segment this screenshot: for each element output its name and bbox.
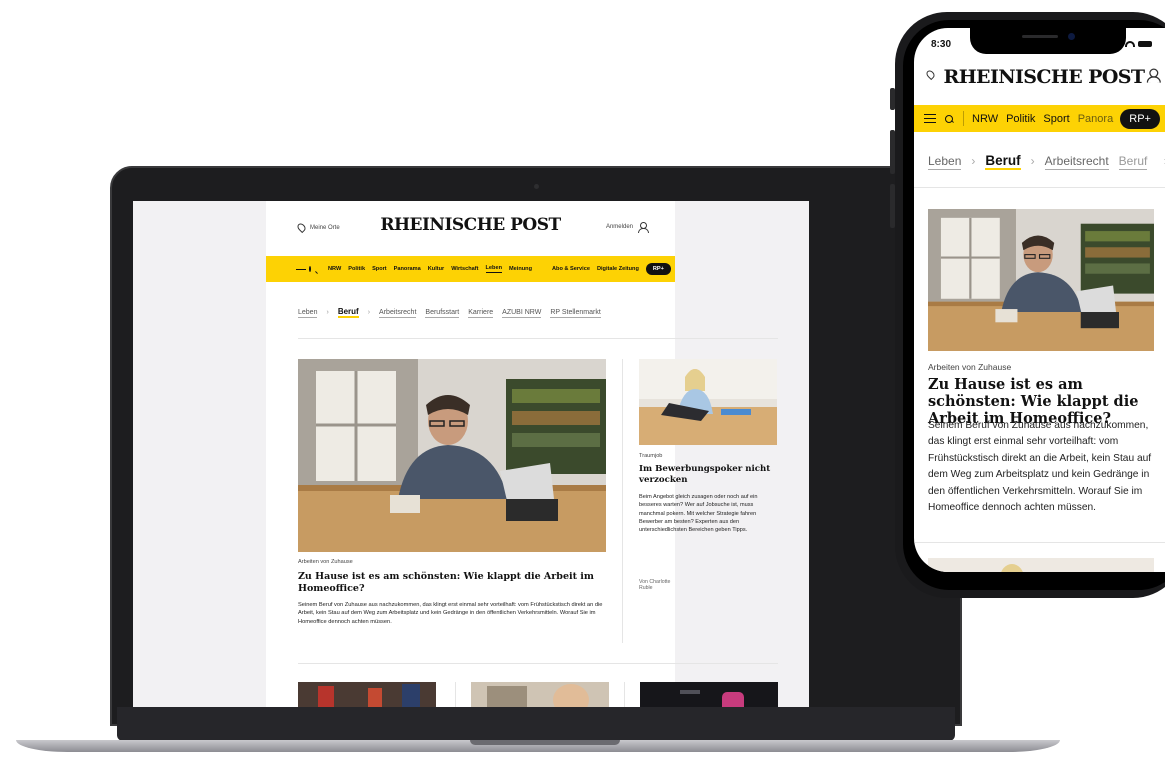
lead-article-kicker: Arbeiten von Zuhause xyxy=(298,559,353,565)
chevron-right-icon: › xyxy=(1030,154,1035,168)
device-mockup-scene: Meine Orte RHEINISCHE POST Anmelden NRW … xyxy=(0,0,1165,762)
lead-article-kicker: Arbeiten von Zuhause xyxy=(928,362,1012,372)
nav-item-kultur[interactable]: Kultur xyxy=(428,266,444,272)
lead-article-image[interactable] xyxy=(298,359,606,552)
laptop-camera xyxy=(534,184,539,189)
chevron-right-icon: › xyxy=(367,309,371,316)
nav-item-abo-service[interactable]: Abo & Service xyxy=(552,266,590,272)
nav-item-digitale-zeitung[interactable]: Digitale Zeitung xyxy=(597,266,639,272)
nav-item-panorama[interactable]: Panora xyxy=(1078,113,1113,125)
column-divider xyxy=(624,682,625,707)
teaser-thumbnail[interactable] xyxy=(928,558,1154,572)
teaser-thumbnail[interactable] xyxy=(471,682,609,707)
nav-item-panorama[interactable]: Panorama xyxy=(394,266,421,272)
subsection-azubi-nrw[interactable]: AZUBI NRW xyxy=(502,309,542,318)
main-navigation: NRW Politik Sport Panora RP+ xyxy=(914,105,1165,132)
mobile-website: 8:30 RHEINISCHE POST NRW Politik Sport P… xyxy=(914,28,1165,572)
divider xyxy=(298,338,778,339)
lead-article-image[interactable] xyxy=(928,209,1154,351)
subsection-rp-stellenmarkt[interactable]: RP Stellenmarkt xyxy=(550,309,601,318)
teaser-thumbnail[interactable] xyxy=(640,682,778,707)
nav-item-wirtschaft[interactable]: Wirtschaft xyxy=(451,266,478,272)
login-link[interactable]: Anmelden xyxy=(605,222,649,233)
site-header: Meine Orte RHEINISCHE POST Anmelden xyxy=(266,201,675,255)
second-article-image[interactable] xyxy=(639,359,777,445)
nav-item-meinung[interactable]: Meinung xyxy=(509,266,532,272)
laptop-bezel-bottom xyxy=(117,707,955,741)
nav-divider xyxy=(963,111,964,126)
battery-icon xyxy=(1138,40,1152,47)
second-article-kicker: Traumjob xyxy=(639,453,663,459)
site-logo[interactable]: RHEINISCHE POST xyxy=(914,66,1165,88)
desktop-website: Meine Orte RHEINISCHE POST Anmelden NRW … xyxy=(266,201,778,707)
nav-item-nrw[interactable]: NRW xyxy=(972,113,998,125)
nav-item-sport[interactable]: Sport xyxy=(1043,113,1069,125)
wifi-icon xyxy=(1125,40,1135,47)
subsection-berufsstart[interactable]: Beruf xyxy=(1118,154,1148,170)
laptop-screen: Meine Orte RHEINISCHE POST Anmelden NRW … xyxy=(133,201,809,707)
rp-plus-button[interactable]: RP+ xyxy=(645,263,671,275)
breadcrumb-current[interactable]: Beruf xyxy=(985,153,1021,170)
hamburger-menu-icon[interactable] xyxy=(924,114,936,123)
chevron-right-icon: › xyxy=(326,309,329,316)
nav-item-politik[interactable]: Politik xyxy=(348,266,365,272)
nav-item-sport[interactable]: Sport xyxy=(372,266,387,272)
status-time: 8:30 xyxy=(931,39,952,50)
nav-item-leben[interactable]: Leben xyxy=(485,265,502,273)
chevron-right-icon: › xyxy=(971,154,976,168)
search-icon[interactable] xyxy=(945,114,953,123)
rp-plus-button[interactable]: RP+ xyxy=(1120,108,1160,129)
second-article-headline[interactable]: Im Bewerbungspoker nicht verzocken xyxy=(639,464,777,485)
breadcrumb-parent[interactable]: Leben xyxy=(928,154,962,170)
divider xyxy=(298,663,778,664)
divider xyxy=(914,187,1165,188)
section-breadcrumb: Leben › Beruf › Arbeitsrecht Berufsstart… xyxy=(298,307,601,318)
phone-speaker xyxy=(1022,35,1058,38)
nav-item-politik[interactable]: Politik xyxy=(1006,113,1035,125)
main-navigation: NRW Politik Sport Panorama Kultur Wirtsc… xyxy=(266,256,675,282)
lead-article-teaser: Seinem Beruf von Zuhause aus nachzukomme… xyxy=(298,602,603,625)
column-divider xyxy=(622,359,623,643)
login-label: Anmelden xyxy=(605,224,633,230)
user-icon[interactable] xyxy=(1146,68,1161,83)
breadcrumb-parent[interactable]: Leben xyxy=(298,309,318,318)
phone-notch xyxy=(970,28,1126,54)
second-article-teaser: Beim Angebot gleich zusagen oder noch au… xyxy=(639,494,758,534)
second-article-author: Von Charlotte Ruble xyxy=(639,579,671,591)
subsection-karriere[interactable]: Karriere xyxy=(468,309,494,318)
nav-item-nrw[interactable]: NRW xyxy=(328,266,341,272)
lead-article-headline[interactable]: Zu Hause ist es am schönsten: Wie klappt… xyxy=(298,571,598,594)
teaser-thumbnail[interactable] xyxy=(298,682,436,707)
search-icon[interactable] xyxy=(309,266,311,272)
user-icon xyxy=(638,222,649,233)
lead-article-teaser: Seinem Beruf von Zuhause aus nachzukomme… xyxy=(928,420,1152,514)
laptop-opening-notch xyxy=(470,740,620,745)
subsection-arbeitsrecht[interactable]: Arbeitsrecht xyxy=(379,309,417,318)
subsection-berufsstart[interactable]: Berufsstart xyxy=(425,309,460,318)
breadcrumb-current[interactable]: Beruf xyxy=(337,307,359,318)
phone-front-camera xyxy=(1068,33,1075,40)
subsection-arbeitsrecht[interactable]: Arbeitsrecht xyxy=(1044,154,1109,170)
section-breadcrumb: Leben › Beruf › Arbeitsrecht Beruf xyxy=(928,153,1148,170)
divider xyxy=(914,542,1165,543)
column-divider xyxy=(455,682,456,707)
